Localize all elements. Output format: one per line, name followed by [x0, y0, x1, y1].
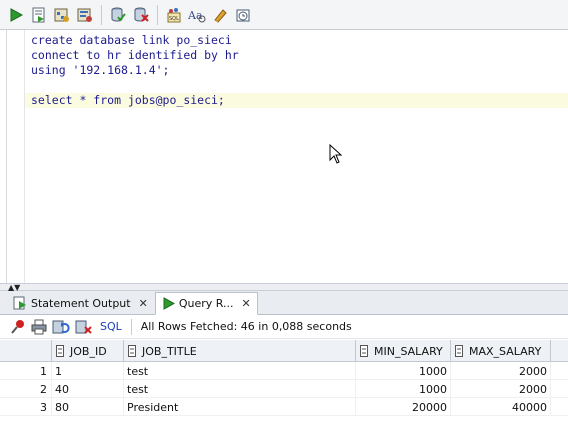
tab-statement-output[interactable]: Statement Output ✕	[6, 292, 155, 314]
rollback-button[interactable]	[131, 5, 151, 25]
close-icon[interactable]: ✕	[241, 297, 250, 310]
run-statement-button[interactable]	[6, 5, 26, 25]
column-header-job-id[interactable]: JOB_ID	[52, 340, 124, 362]
cell-min-salary[interactable]: 1000	[356, 362, 451, 380]
results-toolbar: SQL All Rows Fetched: 46 in 0,088 second…	[0, 315, 568, 339]
refresh-icon[interactable]	[52, 319, 70, 335]
grid-header-filler	[551, 340, 568, 362]
cancel-fetch-icon[interactable]	[75, 319, 93, 335]
svg-text:SQL: SQL	[169, 16, 179, 22]
column-header-label: MAX_SALARY	[469, 344, 542, 358]
svg-text:Aa: Aa	[188, 9, 203, 22]
run-script-icon	[32, 7, 45, 22]
results-grid: JOB_ID JOB_TITLE MIN_SALARY MAX_SALARY 1…	[0, 340, 568, 426]
table-row[interactable]: 2 40 test 1000 2000	[0, 380, 568, 398]
row-number-header	[0, 340, 52, 362]
cell-max-salary[interactable]: 40000	[451, 398, 551, 416]
autotrace-icon	[54, 8, 69, 22]
column-header-max-salary[interactable]: MAX_SALARY	[451, 340, 551, 362]
cell-max-salary[interactable]: 2000	[451, 362, 551, 380]
cell-min-salary[interactable]: 1000	[356, 380, 451, 398]
row-filler	[551, 362, 568, 380]
column-sort-icon	[360, 345, 368, 357]
pin-icon[interactable]	[10, 319, 26, 335]
column-sort-icon	[455, 345, 463, 357]
mouse-pointer-icon	[329, 144, 343, 164]
sql-worksheet-editor[interactable]: create database link po_sieci connect to…	[6, 30, 568, 283]
autotrace-button[interactable]	[52, 5, 72, 25]
clear-button[interactable]	[210, 5, 230, 25]
commit-icon	[111, 7, 126, 22]
column-sort-icon	[128, 345, 136, 357]
column-header-label: JOB_TITLE	[142, 344, 197, 358]
column-header-label: MIN_SALARY	[374, 344, 443, 358]
explain-plan-icon	[77, 8, 92, 22]
sql-tuning-icon: SQL	[167, 7, 181, 22]
toolbar-separator	[101, 4, 102, 25]
cell-min-salary[interactable]: 20000	[356, 398, 451, 416]
history-icon	[236, 9, 250, 21]
cell-job-id[interactable]: 1	[52, 362, 124, 380]
rollback-icon	[134, 7, 149, 22]
close-icon[interactable]: ✕	[139, 297, 148, 310]
code-area[interactable]: create database link po_sieci connect to…	[25, 33, 568, 108]
explain-plan-button[interactable]	[75, 5, 95, 25]
run-script-icon	[13, 296, 26, 310]
run-icon	[10, 7, 23, 22]
code-line: using '192.168.1.4';	[31, 63, 170, 77]
pane-splitter[interactable]: ▲▼	[0, 283, 568, 292]
run-icon	[163, 297, 175, 310]
toolbar-separator	[157, 4, 158, 25]
code-line: connect to hr identified by hr	[31, 48, 239, 62]
commit-button[interactable]	[108, 5, 128, 25]
editor-gutter	[7, 30, 25, 283]
cell-job-title[interactable]: test	[124, 362, 356, 380]
current-code-line: select * from jobs@po_sieci;	[25, 93, 568, 108]
eraser-icon	[214, 8, 227, 23]
code-line: create database link po_sieci	[31, 33, 232, 47]
table-row[interactable]: 3 80 President 20000 40000	[0, 398, 568, 416]
output-tabs: Statement Output ✕ Query R... ✕	[0, 291, 568, 315]
cell-job-id[interactable]: 80	[52, 398, 124, 416]
case-icon: Aa	[188, 9, 206, 22]
sql-link[interactable]: SQL	[100, 320, 122, 333]
cell-job-title[interactable]: President	[124, 398, 356, 416]
column-header-job-title[interactable]: JOB_TITLE	[124, 340, 356, 362]
row-number: 3	[0, 398, 52, 416]
column-header-min-salary[interactable]: MIN_SALARY	[356, 340, 451, 362]
print-icon[interactable]	[31, 319, 47, 335]
column-sort-icon	[56, 345, 64, 357]
tab-query-result[interactable]: Query R... ✕	[154, 292, 258, 315]
case-toggle-button[interactable]: Aa	[187, 5, 207, 25]
toolbar-separator	[130, 318, 132, 335]
fetch-status: All Rows Fetched: 46 in 0,088 seconds	[140, 320, 352, 333]
sql-tuning-button[interactable]: SQL	[164, 5, 184, 25]
table-row[interactable]: 1 1 test 1000 2000	[0, 362, 568, 380]
cell-job-id[interactable]: 40	[52, 380, 124, 398]
row-filler	[551, 398, 568, 416]
tab-label: Query R...	[178, 297, 234, 310]
row-filler	[551, 380, 568, 398]
cell-job-title[interactable]: test	[124, 380, 356, 398]
row-number: 1	[0, 362, 52, 380]
cell-max-salary[interactable]: 2000	[451, 380, 551, 398]
main-toolbar: SQL Aa	[0, 0, 568, 30]
history-button[interactable]	[233, 5, 253, 25]
run-script-button[interactable]	[29, 5, 49, 25]
tab-label: Statement Output	[31, 296, 131, 310]
row-number: 2	[0, 380, 52, 398]
grid-header: JOB_ID JOB_TITLE MIN_SALARY MAX_SALARY	[0, 340, 568, 362]
column-header-label: JOB_ID	[70, 344, 107, 358]
